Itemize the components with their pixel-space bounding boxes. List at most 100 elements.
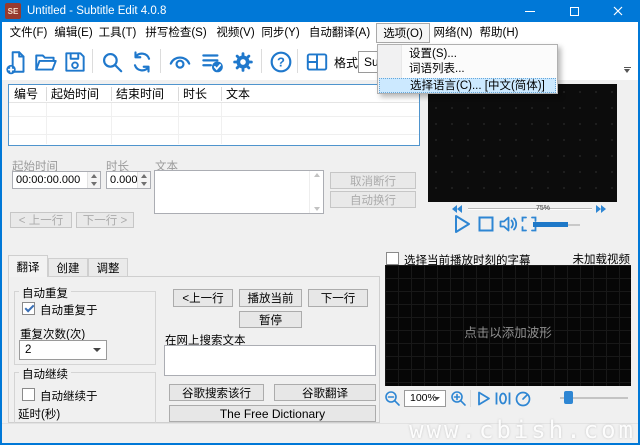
menu-video[interactable]: 视频(V): [213, 23, 258, 43]
options-dropdown-menu: 设置(S)... 词语列表... 选择语言(C)... [中文(简体)]: [377, 44, 558, 94]
auto-continue-checkbox-label[interactable]: 自动继续于: [40, 388, 98, 404]
menu-item-choose-language[interactable]: 选择语言(C)... [中文(简体)]: [379, 78, 556, 93]
replace-button[interactable]: [128, 47, 156, 77]
spell-check-icon: [199, 49, 225, 75]
auto-repeat-checkbox-label[interactable]: 自动重复于: [40, 302, 98, 318]
duration-spinner[interactable]: 0.000: [106, 171, 151, 189]
find-button[interactable]: [98, 47, 126, 77]
column-divider: [111, 87, 112, 101]
free-dictionary-button[interactable]: The Free Dictionary: [169, 405, 376, 422]
menu-item-settings[interactable]: 设置(S)...: [379, 47, 556, 62]
waveform-play-button[interactable]: [475, 390, 492, 407]
visual-sync-button[interactable]: [166, 47, 194, 77]
menu-spellcheck[interactable]: 拼写检查(S): [139, 23, 213, 43]
menu-options[interactable]: 选项(O): [376, 23, 430, 43]
column-header-start[interactable]: 起始时间: [46, 85, 111, 103]
unbreak-button[interactable]: 取消断行: [330, 172, 416, 189]
textarea-scrollbar[interactable]: [309, 171, 323, 213]
volume-percent-label: 75%: [536, 205, 550, 212]
settings-button[interactable]: [229, 47, 257, 77]
body-column-line: [178, 103, 179, 144]
tab-create[interactable]: 创建: [48, 258, 88, 277]
google-translate-button[interactable]: 谷歌翻译: [274, 384, 376, 401]
column-header-number[interactable]: 编号: [9, 85, 46, 103]
playback-speed-button[interactable]: [514, 390, 532, 407]
waveform-zoom-combobox[interactable]: 100%: [404, 390, 446, 407]
open-file-button[interactable]: [32, 47, 60, 77]
start-time-value: 00:00:00.000: [16, 172, 80, 188]
subtitle-list-header: 编号 起始时间 结束时间 时长 文本: [9, 85, 419, 103]
repeat-count-combobox[interactable]: 2: [19, 340, 107, 360]
volume-slider-fill[interactable]: [533, 222, 568, 227]
web-search-input[interactable]: [164, 345, 376, 376]
select-current-subtitle-checkbox[interactable]: [386, 252, 399, 265]
subtitle-list[interactable]: 编号 起始时间 结束时间 时长 文本: [8, 84, 420, 146]
app-logo-text: SE: [8, 7, 19, 16]
waveform-zoom-value: 100%: [410, 391, 437, 406]
close-button[interactable]: [596, 0, 640, 22]
column-header-end[interactable]: 结束时间: [111, 85, 178, 103]
toolbar-separator: [92, 49, 93, 73]
stop-button[interactable]: [477, 215, 495, 233]
spell-check-button[interactable]: [198, 47, 226, 77]
menu-sync[interactable]: 同步(Y): [258, 23, 303, 43]
auto-continue-checkbox[interactable]: [22, 388, 35, 401]
help-button[interactable]: ?: [267, 47, 295, 77]
window-title: Untitled - Subtitle Edit 4.0.8: [27, 0, 166, 22]
pause-button[interactable]: 暂停: [239, 311, 302, 328]
previous-line-button[interactable]: < 上一行: [10, 212, 72, 228]
menu-edit[interactable]: 编辑(E): [51, 23, 96, 43]
maximize-button[interactable]: [552, 0, 596, 22]
play-current-button[interactable]: 播放当前: [239, 289, 302, 307]
toolbar-overflow-button[interactable]: [620, 62, 634, 78]
menu-file[interactable]: 文件(F): [6, 23, 51, 43]
repeat-count-value: 2: [25, 341, 31, 359]
play-one-second-button[interactable]: [494, 390, 512, 407]
menu-item-wordlists[interactable]: 词语列表...: [379, 62, 556, 77]
menu-autotranslate[interactable]: 自动翻译(A): [303, 23, 376, 43]
tab-translate[interactable]: 翻译: [8, 255, 48, 277]
google-search-button[interactable]: 谷歌搜索该行: [169, 384, 264, 401]
toolbar-separator: [261, 49, 262, 73]
next-line-play-button[interactable]: 下一行: [308, 289, 368, 307]
subtitle-text-area[interactable]: [154, 170, 324, 214]
tab-adjust[interactable]: 调整: [88, 258, 128, 277]
seek-forward-button[interactable]: [595, 205, 607, 213]
minimize-button[interactable]: [508, 0, 552, 22]
body-column-line: [46, 103, 47, 144]
waveform-zoom-in-button[interactable]: [450, 390, 467, 407]
overflow-chevron-icon: [624, 69, 630, 73]
column-divider: [178, 87, 179, 101]
save-button[interactable]: [61, 47, 89, 77]
visual-sync-eye-icon: [167, 49, 193, 75]
next-line-button[interactable]: 下一行 >: [76, 212, 134, 228]
start-time-spinner[interactable]: 00:00:00.000: [12, 171, 101, 189]
auto-repeat-checkbox[interactable]: [22, 302, 35, 315]
column-header-duration[interactable]: 时长: [178, 85, 221, 103]
speedometer-icon: [514, 390, 532, 407]
stop-icon: [477, 215, 495, 233]
play-icon: [475, 390, 492, 407]
spinner-arrows[interactable]: [137, 172, 150, 188]
combo-arrow-icon: [93, 348, 101, 352]
auto-continue-group-label: 自动继续: [19, 366, 71, 382]
spinner-arrows[interactable]: [87, 172, 100, 188]
fast-forward-icon: [595, 205, 607, 213]
duration-value: 0.000: [110, 172, 138, 188]
waveform-position-thumb[interactable]: [564, 391, 573, 404]
menu-help[interactable]: 帮助(H): [476, 23, 522, 43]
auto-break-button[interactable]: 自动换行: [330, 191, 416, 208]
waveform-area[interactable]: 点击以添加波形: [385, 265, 631, 386]
open-folder-icon: [33, 49, 59, 75]
play-button[interactable]: [450, 212, 474, 236]
seek-bar[interactable]: [468, 208, 592, 210]
prev-line-play-button[interactable]: <上一行: [173, 289, 233, 307]
new-file-button[interactable]: [3, 47, 31, 77]
mute-button[interactable]: [498, 214, 519, 234]
menu-tools[interactable]: 工具(T): [96, 23, 139, 43]
row-line: [9, 134, 419, 135]
column-divider: [221, 87, 222, 101]
waveform-zoom-out-button[interactable]: [384, 390, 401, 407]
layout-button[interactable]: [303, 47, 331, 77]
menu-network[interactable]: 网络(N): [430, 23, 476, 43]
